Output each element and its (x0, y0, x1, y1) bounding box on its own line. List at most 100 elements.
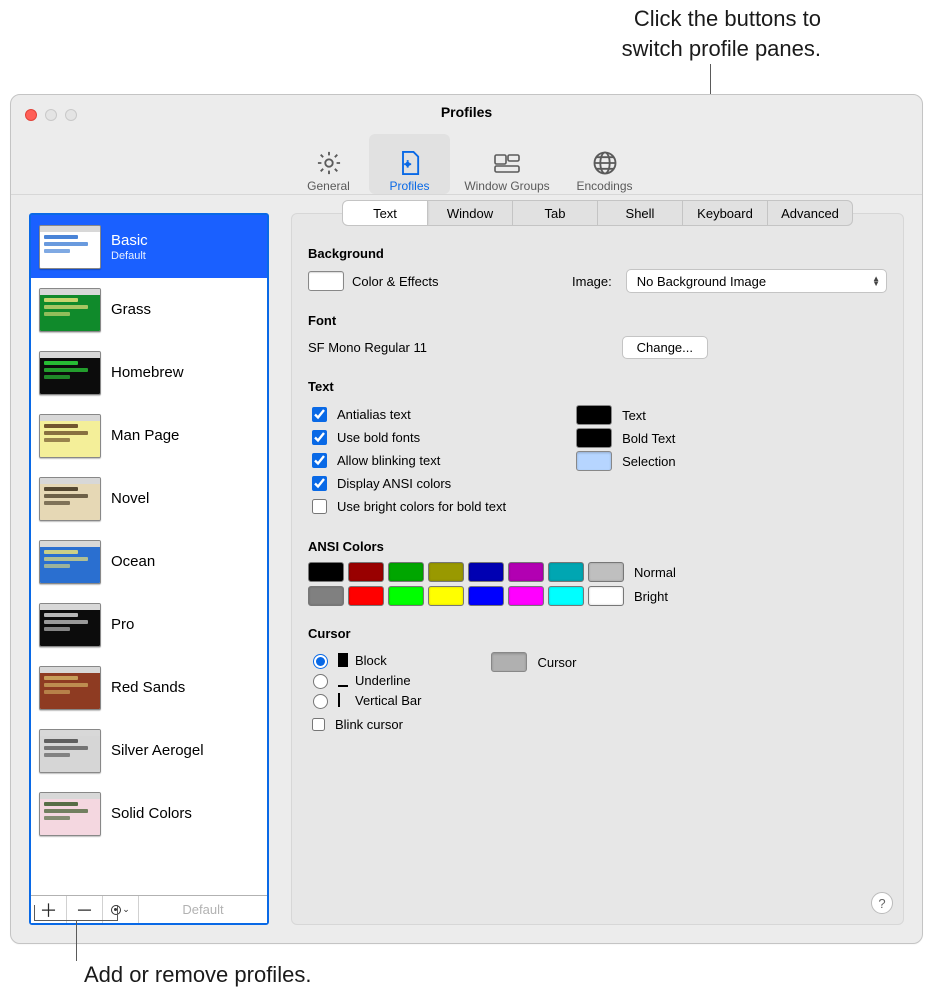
profile-name: Pro (111, 616, 134, 633)
profile-thumb (39, 477, 101, 521)
selection-color-label: Selection (622, 454, 675, 469)
title-bar: Profiles General Profiles Window Groups … (11, 95, 922, 195)
profile-settings-pane: TextWindowTabShellKeyboardAdvanced Backg… (291, 213, 904, 925)
profile-item-solid-colors[interactable]: Solid Colors (31, 782, 267, 845)
toolbar-general[interactable]: General (288, 134, 369, 194)
profile-item-pro[interactable]: Pro (31, 593, 267, 656)
profile-item-silver-aerogel[interactable]: Silver Aerogel (31, 719, 267, 782)
tab-window[interactable]: Window (428, 201, 513, 225)
change-font-button[interactable]: Change... (622, 336, 708, 359)
profile-gear-icon (396, 149, 424, 177)
profile-thumb (39, 225, 101, 269)
profile-name: Ocean (111, 553, 155, 570)
ansi-normal-6[interactable] (548, 562, 584, 582)
cursor-block-radio[interactable]: Block (308, 651, 421, 669)
ansi-bright-3[interactable] (428, 586, 464, 606)
profile-item-homebrew[interactable]: Homebrew (31, 341, 267, 404)
cursor-underline-radio[interactable]: Underline (308, 671, 421, 689)
ansi-normal-2[interactable] (388, 562, 424, 582)
profiles-sidebar: BasicDefault Grass Homebrew Man Page Novel Oc… (29, 213, 269, 925)
profile-thumb (39, 666, 101, 710)
blink-cursor-checkbox[interactable]: Blink cursor (308, 715, 421, 734)
tab-keyboard[interactable]: Keyboard (683, 201, 768, 225)
ansi-bright-6[interactable] (548, 586, 584, 606)
ansi-bright-7[interactable] (588, 586, 624, 606)
profile-name: Solid Colors (111, 805, 192, 822)
callout-leader-bottom-tail (76, 921, 77, 961)
ansi-bright-4[interactable] (468, 586, 504, 606)
bright-bold-checkbox[interactable]: Use bright colors for bold text (308, 496, 506, 517)
ansi-heading: ANSI Colors (308, 539, 887, 554)
ansi-bright-0[interactable] (308, 586, 344, 606)
bold-color-label: Bold Text (622, 431, 675, 446)
profile-default-badge: Default (111, 250, 148, 262)
callout-leader-bottom (34, 905, 118, 921)
blinking-text-checkbox[interactable]: Allow blinking text (308, 450, 506, 471)
profile-name: Homebrew (111, 364, 184, 381)
profile-list[interactable]: BasicDefault Grass Homebrew Man Page Novel Oc… (31, 215, 267, 895)
text-color-swatch[interactable] (576, 405, 612, 425)
toolbar-encodings[interactable]: Encodings (564, 134, 645, 194)
profile-name: Grass (111, 301, 151, 318)
background-color-swatch[interactable] (308, 271, 344, 291)
globe-icon (591, 149, 619, 177)
chevron-updown-icon: ▲▼ (872, 276, 880, 286)
profile-item-man-page[interactable]: Man Page (31, 404, 267, 467)
bold-fonts-checkbox[interactable]: Use bold fonts (308, 427, 506, 448)
background-image-select[interactable]: No Background Image ▲▼ (626, 269, 887, 293)
font-value: SF Mono Regular 11 (308, 340, 427, 355)
ansi-normal-7[interactable] (588, 562, 624, 582)
ansi-normal-5[interactable] (508, 562, 544, 582)
cursor-vbar-radio[interactable]: Vertical Bar (308, 691, 421, 709)
ansi-normal-4[interactable] (468, 562, 504, 582)
window-groups-icon (493, 149, 521, 177)
window-title: Profiles (11, 104, 922, 120)
profile-name: Man Page (111, 427, 179, 444)
cursor-heading: Cursor (308, 626, 887, 641)
ansi-colors-checkbox[interactable]: Display ANSI colors (308, 473, 506, 494)
toolbar-window-groups[interactable]: Window Groups (450, 134, 564, 194)
profile-thumb (39, 351, 101, 395)
profile-item-novel[interactable]: Novel (31, 467, 267, 530)
tab-advanced[interactable]: Advanced (768, 201, 852, 225)
profile-item-basic[interactable]: BasicDefault (31, 215, 267, 278)
callout-bottom: Add or remove profiles. (84, 960, 311, 990)
cursor-color-swatch[interactable] (491, 652, 527, 672)
ansi-normal-3[interactable] (428, 562, 464, 582)
callout-top-line-1: Click the buttons to (622, 4, 821, 34)
text-color-label: Text (622, 408, 646, 423)
profile-name: Novel (111, 490, 149, 507)
color-effects-label: Color & Effects (352, 274, 438, 289)
ansi-normal-label: Normal (634, 565, 676, 580)
preferences-window: Profiles General Profiles Window Groups … (10, 94, 923, 944)
toolbar: General Profiles Window Groups Encodings (11, 131, 922, 194)
profile-thumb (39, 288, 101, 332)
profile-name: Silver Aerogel (111, 742, 204, 759)
help-button[interactable]: ? (871, 892, 893, 914)
set-default-button[interactable]: Default (139, 896, 267, 923)
selection-color-swatch[interactable] (576, 451, 612, 471)
ansi-bright-label: Bright (634, 589, 668, 604)
cursor-color-label: Cursor (537, 655, 576, 670)
tab-shell[interactable]: Shell (598, 201, 683, 225)
ansi-bright-1[interactable] (348, 586, 384, 606)
profile-thumb (39, 603, 101, 647)
ansi-bright-2[interactable] (388, 586, 424, 606)
tab-text[interactable]: Text (343, 201, 428, 225)
profile-item-ocean[interactable]: Ocean (31, 530, 267, 593)
profile-item-grass[interactable]: Grass (31, 278, 267, 341)
text-heading: Text (308, 379, 887, 394)
tab-tab[interactable]: Tab (513, 201, 598, 225)
callout-top-line-2: switch profile panes. (622, 34, 821, 64)
profile-tab-bar: TextWindowTabShellKeyboardAdvanced (342, 200, 853, 226)
font-heading: Font (308, 313, 887, 328)
ansi-bright-5[interactable] (508, 586, 544, 606)
profile-thumb (39, 729, 101, 773)
ansi-normal-0[interactable] (308, 562, 344, 582)
profile-item-red-sands[interactable]: Red Sands (31, 656, 267, 719)
bold-color-swatch[interactable] (576, 428, 612, 448)
ansi-normal-1[interactable] (348, 562, 384, 582)
antialias-checkbox[interactable]: Antialias text (308, 404, 506, 425)
toolbar-profiles[interactable]: Profiles (369, 134, 450, 194)
ansi-color-grid: Normal Bright (308, 562, 887, 606)
